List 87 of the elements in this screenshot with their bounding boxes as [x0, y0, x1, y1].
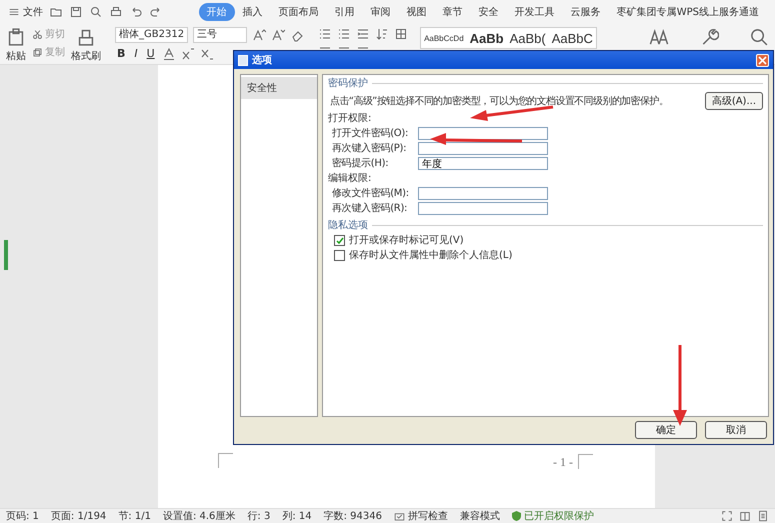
password-field[interactable]	[418, 127, 548, 140]
password-field[interactable]	[418, 142, 548, 155]
checkbox[interactable]	[334, 235, 345, 246]
status-text: 字数: 94346	[324, 510, 382, 523]
ribbon-tab[interactable]: 枣矿集团专属WPS线上服务通道	[608, 3, 767, 21]
status-text: 设置值: 4.6厘米	[162, 510, 236, 523]
ribbon-tab[interactable]: 审阅	[362, 3, 399, 21]
style-preview[interactable]: AaBb	[466, 30, 507, 46]
checkbox[interactable]	[334, 250, 345, 261]
menu-icon[interactable]	[8, 6, 20, 18]
save-icon[interactable]	[69, 5, 83, 19]
search-icon[interactable]	[749, 27, 769, 47]
paste-button[interactable]: 粘贴	[6, 49, 26, 63]
format-painter-button[interactable]: 格式刷	[71, 49, 101, 63]
grow-font-icon[interactable]	[252, 28, 266, 42]
dialog-button[interactable]: 取消	[705, 421, 767, 439]
category-item[interactable]: 安全性	[241, 77, 317, 99]
ribbon-tab[interactable]: 章节	[434, 3, 471, 21]
ribbon-tab[interactable]: 插入	[234, 3, 271, 21]
search-icon[interactable]	[89, 5, 103, 19]
section-label: 编辑权限:	[328, 172, 372, 185]
page-number: - 1 -	[553, 455, 573, 470]
ribbon-tab[interactable]: 页面布局	[270, 3, 327, 21]
indent-icon[interactable]	[356, 27, 370, 41]
close-button[interactable]	[756, 54, 769, 66]
ribbon-tab[interactable]: 云服务	[562, 3, 609, 21]
text-tools-icon[interactable]	[649, 27, 669, 47]
description-text: 点击“高级”按钮选择不同的加密类型，可以为您的文档设置不同级别的加密保护。	[330, 94, 668, 108]
status-text: 列: 14	[282, 510, 312, 523]
group-title: 隐私选项	[328, 219, 368, 232]
corner-mark	[218, 453, 233, 468]
numbered-list-icon[interactable]	[337, 27, 352, 41]
copy-icon[interactable]	[32, 46, 43, 58]
superscript-icon[interactable]	[180, 47, 195, 61]
protection-status: 已开启权限保护	[524, 510, 594, 523]
status-text: 页码: 1	[6, 510, 39, 523]
ribbon-tab[interactable]: 引用	[326, 3, 363, 21]
password-field[interactable]	[418, 187, 548, 200]
format-button[interactable]: U	[144, 47, 157, 61]
table-icon[interactable]	[394, 27, 408, 41]
ribbon-tab[interactable]: 视图	[398, 3, 435, 21]
book-icon[interactable]	[739, 510, 751, 522]
dialog-button[interactable]: 确定	[635, 421, 697, 439]
ribbon-tab[interactable]: 安全	[470, 3, 507, 21]
font-color-icon[interactable]	[162, 47, 176, 61]
subscript-icon[interactable]	[200, 47, 214, 61]
style-preview[interactable]: AaBbC	[548, 30, 596, 46]
section-label: 打开权限:	[328, 112, 372, 125]
style-preview[interactable]: AaBb(	[506, 30, 549, 46]
clipboard-icon[interactable]	[6, 27, 26, 47]
checkbox-label: 打开或保存时标记可见(V)	[349, 234, 464, 247]
file-menu[interactable]: 文件	[23, 5, 43, 19]
spell-check-icon[interactable]	[394, 510, 405, 522]
window-title: 选项	[252, 54, 272, 67]
size-select[interactable]: 三号	[193, 27, 248, 43]
status-text: 页面: 1/194	[50, 510, 106, 523]
scissors-icon[interactable]	[32, 28, 43, 40]
ribbon-tab[interactable]: 开发工具	[506, 3, 563, 21]
checkbox-label: 保存时从文件属性中删除个人信息(L)	[349, 249, 512, 262]
advanced-button[interactable]: 高级(A)...	[704, 92, 763, 110]
font-select[interactable]: 楷体_GB2312	[115, 27, 188, 43]
shield-icon	[512, 511, 521, 521]
page-view-icon[interactable]	[757, 510, 769, 522]
style-preview[interactable]: AaBbCcDd	[421, 34, 467, 42]
status-text: 节: 1/1	[118, 510, 151, 523]
corner-mark	[578, 454, 593, 469]
field-label: 再次键入密码(R):	[332, 202, 408, 215]
printer-icon[interactable]	[109, 5, 123, 19]
password-field[interactable]: 年度	[418, 157, 548, 170]
fullscreen-icon[interactable]	[721, 510, 733, 522]
field-label: 再次键入密码(P):	[332, 142, 408, 155]
spell-check-button[interactable]: 拼写检查	[408, 509, 448, 523]
field-label: 密码提示(H):	[332, 157, 390, 170]
sort-icon[interactable]	[375, 27, 390, 41]
brush-icon[interactable]	[76, 27, 96, 47]
document-icon	[238, 54, 248, 66]
status-text: 行: 3	[247, 510, 270, 523]
scroll-marker	[4, 240, 8, 270]
format-button[interactable]: B	[115, 47, 128, 61]
field-label: 修改文件密码(M):	[332, 187, 410, 200]
format-button[interactable]: I	[132, 47, 140, 61]
status-text: 兼容模式	[460, 510, 500, 523]
password-field[interactable]	[418, 202, 548, 215]
field-label: 打开文件密码(O):	[332, 127, 410, 140]
bullet-list-icon[interactable]	[318, 27, 332, 41]
group-title: 密码保护	[328, 77, 368, 90]
shrink-font-icon[interactable]	[271, 28, 286, 42]
